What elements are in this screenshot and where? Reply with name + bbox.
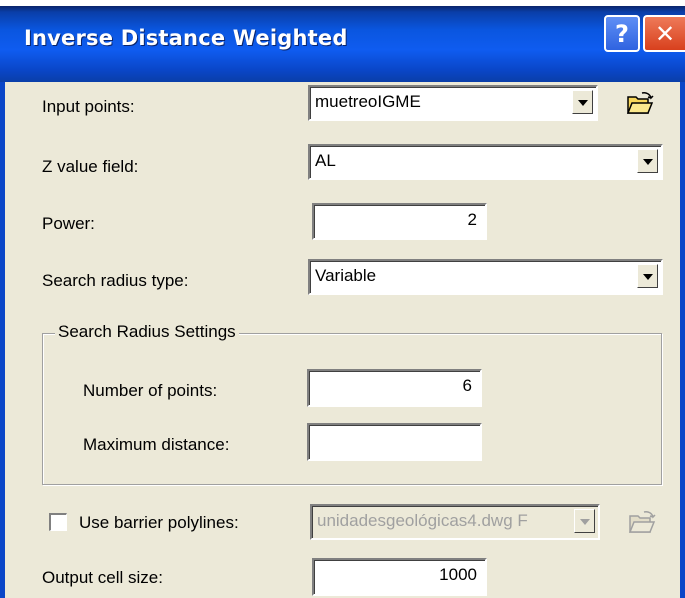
z-value-field-label: Z value field: [42,157,139,176]
search-radius-type-label: Search radius type: [42,271,189,290]
open-folder-icon [626,92,654,114]
search-radius-type-value: Variable [315,266,377,285]
number-of-points-input[interactable]: 6 [307,369,482,407]
number-of-points-value: 6 [462,376,472,395]
input-points-label: Input points: [42,97,135,116]
input-points-combo[interactable]: muetreoIGME [308,85,598,121]
search-radius-settings-group [42,333,662,485]
close-button[interactable]: ✕ [643,15,685,52]
output-cell-size-label: Output cell size: [42,568,163,587]
input-points-value: muetreoIGME [315,92,421,111]
close-icon: ✕ [654,19,676,48]
help-button[interactable]: ? [604,15,640,52]
barrier-polylines-combo[interactable]: unidadesgeológicas4.dwg F [310,504,600,540]
window-frame-right [680,82,685,598]
search-radius-settings-legend: Search Radius Settings [55,322,239,342]
barrier-polylines-value: unidadesgeológicas4.dwg F [317,511,528,530]
barrier-polylines-browse-button[interactable] [627,507,657,537]
chevron-down-icon[interactable] [637,149,658,173]
chevron-down-icon[interactable] [572,90,593,114]
search-radius-type-combo[interactable]: Variable [308,259,663,295]
chevron-down-icon[interactable] [574,509,595,533]
z-value-field-combo[interactable]: AL [308,144,663,180]
power-input[interactable]: 2 [312,203,487,240]
use-barrier-polylines-label: Use barrier polylines: [79,513,239,532]
chevron-down-icon[interactable] [637,264,658,288]
window-frame-left [0,82,5,598]
help-icon: ? [615,19,629,48]
input-points-browse-button[interactable] [625,88,655,118]
power-label: Power: [42,214,95,233]
output-cell-size-value: 1000 [439,565,477,584]
maximum-distance-input[interactable] [307,423,482,461]
number-of-points-label: Number of points: [83,381,218,400]
output-cell-size-input[interactable]: 1000 [312,558,487,596]
window-title: Inverse Distance Weighted [24,26,348,50]
z-value-field-value: AL [315,151,336,170]
power-value: 2 [467,210,477,229]
maximum-distance-label: Maximum distance: [83,435,230,454]
use-barrier-polylines-checkbox[interactable] [49,513,67,531]
open-folder-icon [628,511,656,533]
